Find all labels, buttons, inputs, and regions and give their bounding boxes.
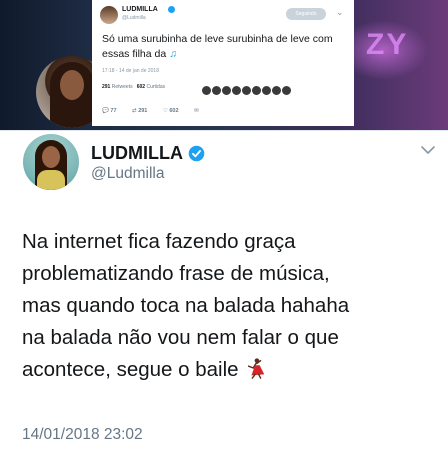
liker-avatar bbox=[232, 86, 241, 95]
embedded-verified-icon bbox=[168, 6, 175, 13]
verified-badge-icon bbox=[188, 145, 205, 162]
embedded-likes-count: 602 bbox=[136, 84, 146, 90]
liker-avatar bbox=[262, 86, 271, 95]
embedded-handle: @Ludmilla bbox=[122, 15, 146, 21]
dancer-emoji-icon bbox=[247, 358, 264, 379]
embedded-tweet-text: Só uma surubinha de leve surubinha de le… bbox=[102, 32, 338, 62]
embedded-tweet-text-content: Só uma surubinha de leve surubinha de le… bbox=[102, 33, 333, 60]
avatar[interactable] bbox=[23, 134, 79, 190]
tweet-line: mas quando toca na balada hahaha bbox=[22, 294, 350, 317]
reply-count: 77 bbox=[110, 108, 117, 114]
embedded-retweets-count: 291 bbox=[102, 84, 111, 90]
avatar-body bbox=[37, 170, 65, 190]
liker-avatar bbox=[282, 86, 291, 95]
like-icon: ♡ 602 bbox=[162, 108, 179, 114]
tweet-text: Na internet fica fazendo graça problemat… bbox=[22, 226, 434, 386]
liker-avatar bbox=[222, 86, 231, 95]
embedded-display-name: LUDMILLA bbox=[122, 6, 158, 13]
display-name[interactable]: LUDMILLA bbox=[91, 143, 183, 164]
tweet-line: acontece, segue o baile bbox=[22, 358, 239, 381]
liker-avatar bbox=[202, 86, 211, 95]
liker-avatar bbox=[272, 86, 281, 95]
embedded-chevron-down-icon: ⌄ bbox=[336, 7, 344, 17]
section-divider bbox=[0, 130, 448, 131]
liker-avatar bbox=[242, 86, 251, 95]
chevron-down-icon[interactable] bbox=[421, 145, 435, 155]
embedded-follow-button: Seguindo bbox=[286, 8, 326, 20]
embedded-retweets-label: Retweets bbox=[111, 84, 133, 90]
background-lettering: ZY bbox=[366, 28, 409, 61]
liker-avatar bbox=[212, 86, 221, 95]
avatar-face bbox=[42, 146, 60, 168]
tweet-line: Na internet fica fazendo graça bbox=[22, 230, 296, 253]
user-handle[interactable]: @Ludmilla bbox=[91, 165, 164, 183]
embedded-tweet-screenshot: ZY LUDMILLA @Ludmilla Seguindo ⌄ Só uma … bbox=[0, 0, 448, 130]
retweet-count: 291 bbox=[138, 108, 148, 114]
embedded-tweet-card: LUDMILLA @Ludmilla Seguindo ⌄ Só uma sur… bbox=[92, 0, 354, 126]
like-count: 602 bbox=[169, 108, 179, 114]
embedded-stats: 291 Retweets 602 Curtidas bbox=[102, 84, 165, 90]
liker-avatar bbox=[252, 86, 261, 95]
embedded-liker-avatars bbox=[202, 82, 292, 100]
embedded-avatar bbox=[100, 6, 118, 24]
reply-icon: 💬 77 bbox=[102, 108, 117, 114]
tweet-line: na balada não vou nem falar o que bbox=[22, 326, 339, 349]
avatar-face bbox=[60, 70, 84, 100]
music-note-icon: ♫ bbox=[169, 48, 178, 60]
timestamp[interactable]: 14/01/2018 23:02 bbox=[22, 426, 143, 444]
embedded-action-bar: 💬 77 ⇄ 291 ♡ 602 ✉ bbox=[102, 108, 213, 114]
tweet-line: problematizando frase de música, bbox=[22, 262, 330, 285]
retweet-icon: ⇄ 291 bbox=[132, 108, 148, 114]
embedded-date: 17:18 - 14 de jan de 2018 bbox=[102, 68, 159, 74]
embedded-likes-label: Curtidas bbox=[146, 84, 166, 90]
tweet-line-last: acontece, segue o baile bbox=[22, 354, 434, 386]
message-icon: ✉ bbox=[194, 108, 199, 114]
